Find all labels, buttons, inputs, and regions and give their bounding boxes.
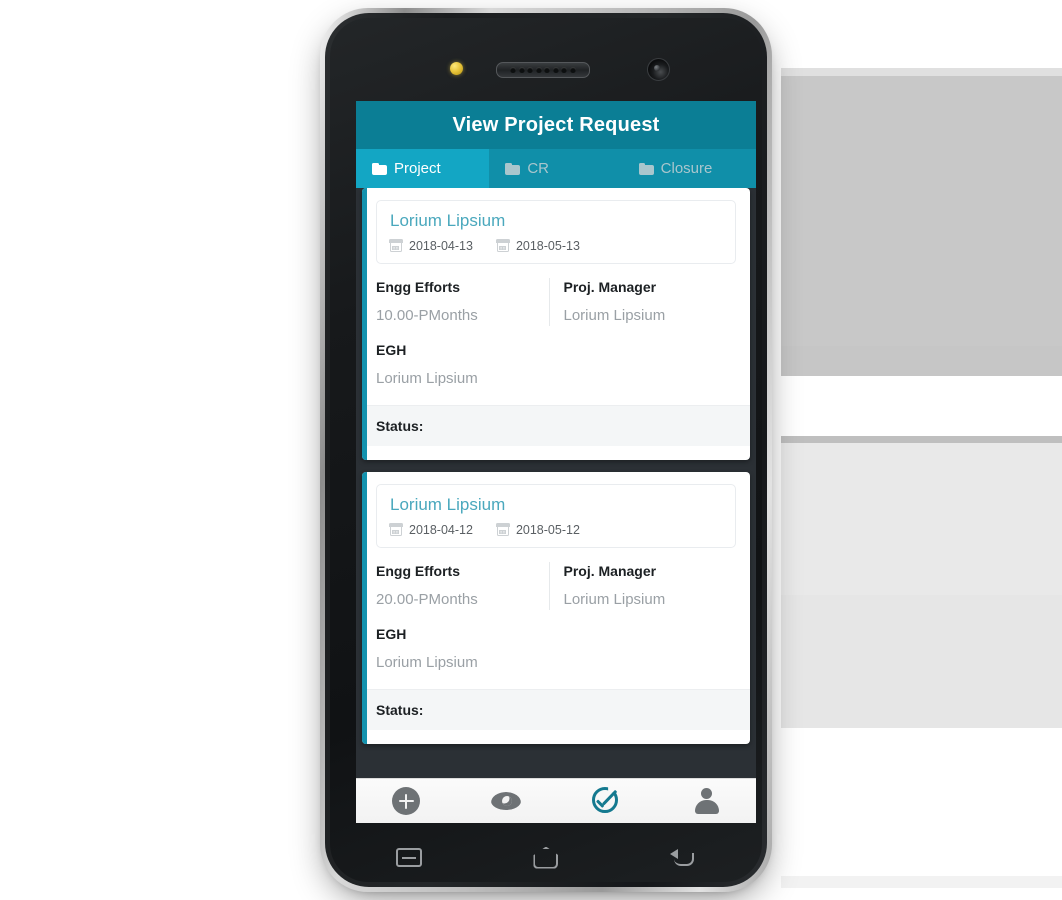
android-navigation-bar	[340, 823, 752, 882]
back-icon	[670, 848, 696, 868]
card-title[interactable]: Lorium Lipsium	[390, 494, 722, 516]
status-row: Status:	[362, 689, 750, 730]
field-engg-efforts: Engg Efforts 10.00-PMonths	[376, 278, 549, 326]
background-block	[781, 76, 1062, 208]
app-header: View Project Request	[356, 101, 756, 149]
field-label: Engg Efforts	[376, 279, 460, 295]
background-block	[781, 68, 1062, 76]
card-title[interactable]: Lorium Lipsium	[390, 210, 722, 232]
nav-approve-button[interactable]	[576, 779, 636, 823]
card-header: Lorium Lipsium 2018-04-13 2018-05-13	[376, 200, 736, 264]
project-request-card[interactable]: Lorium Lipsium 2018-04-12 2018-05-12 Eng…	[362, 472, 750, 744]
folder-icon	[505, 162, 521, 175]
field-value: Lorium Lipsium	[376, 654, 478, 671]
front-camera-icon	[647, 58, 670, 81]
tab-project-label: Project	[394, 160, 441, 177]
recents-icon	[395, 848, 422, 867]
card-footer-spacer	[376, 446, 736, 460]
background-block	[781, 595, 1062, 728]
field-label: Engg Efforts	[376, 563, 460, 579]
tab-bar: Project CR Closure	[356, 149, 756, 188]
background-block	[781, 346, 1062, 376]
field-label: EGH	[376, 626, 407, 642]
end-date: 2018-05-12	[496, 523, 580, 537]
plus-circle-icon	[392, 787, 420, 815]
person-icon	[693, 788, 719, 814]
background-block	[781, 436, 1062, 443]
tab-cr-label: CR	[527, 160, 549, 177]
earpiece-speaker-icon	[496, 62, 590, 78]
tab-project[interactable]: Project	[356, 149, 490, 188]
card-header: Lorium Lipsium 2018-04-12 2018-05-12	[376, 484, 736, 548]
recents-button[interactable]	[380, 838, 438, 878]
eye-icon	[491, 792, 521, 810]
folder-icon	[638, 162, 654, 175]
status-label: Status:	[376, 702, 424, 718]
page-title: View Project Request	[452, 113, 660, 136]
field-proj-manager: Proj. Manager Lorium Lipsium	[548, 278, 737, 326]
field-engg-efforts: Engg Efforts 20.00-PMonths	[376, 562, 549, 610]
field-proj-manager: Proj. Manager Lorium Lipsium	[548, 562, 737, 610]
calendar-icon	[496, 523, 510, 536]
start-date-value: 2018-04-13	[409, 239, 473, 253]
tab-cr[interactable]: CR	[489, 149, 622, 188]
field-value: Lorium Lipsium	[563, 307, 666, 324]
bottom-navigation-bar	[356, 778, 756, 823]
background-block	[781, 876, 1062, 888]
end-date: 2018-05-13	[496, 239, 580, 253]
project-request-card[interactable]: Lorium Lipsium 2018-04-13 2018-05-13 Eng…	[362, 188, 750, 460]
field-value: Lorium Lipsium	[376, 370, 478, 387]
background-block	[781, 208, 1062, 346]
notification-led-icon	[450, 62, 463, 75]
nav-view-button[interactable]	[476, 779, 536, 823]
calendar-icon	[389, 523, 403, 536]
field-egh: EGH Lorium Lipsium	[376, 341, 736, 389]
field-value: Lorium Lipsium	[563, 591, 666, 608]
start-date: 2018-04-12	[389, 523, 473, 537]
back-button[interactable]	[654, 838, 712, 878]
card-fields-row: Engg Efforts 10.00-PMonths Proj. Manager…	[376, 278, 736, 326]
calendar-icon	[496, 239, 510, 252]
field-egh: EGH Lorium Lipsium	[376, 625, 736, 673]
folder-icon	[372, 162, 387, 175]
phone-screen: View Project Request Project CR Closure	[356, 101, 756, 823]
home-button[interactable]	[517, 838, 575, 878]
status-row: Status:	[362, 405, 750, 446]
end-date-value: 2018-05-12	[515, 523, 580, 537]
start-date: 2018-04-13	[389, 239, 473, 253]
home-icon	[533, 847, 558, 869]
card-fields-row: Engg Efforts 20.00-PMonths Proj. Manager…	[376, 562, 736, 610]
field-label: Proj. Manager	[563, 279, 657, 295]
card-footer-spacer	[376, 730, 736, 744]
phone-face: View Project Request Project CR Closure	[330, 18, 762, 882]
start-date-value: 2018-04-12	[409, 523, 473, 537]
nav-profile-button[interactable]	[676, 779, 736, 823]
field-value: 10.00-PMonths	[376, 307, 478, 324]
end-date-value: 2018-05-13	[515, 239, 580, 253]
status-label: Status:	[376, 418, 424, 434]
project-request-list[interactable]: Lorium Lipsium 2018-04-13 2018-05-13 Eng…	[356, 188, 756, 779]
background-block	[781, 443, 1062, 595]
check-circle-icon	[591, 786, 621, 816]
field-label: Proj. Manager	[563, 563, 657, 579]
calendar-icon	[389, 239, 403, 252]
tab-closure-label: Closure	[660, 160, 713, 177]
phone-device: View Project Request Project CR Closure	[320, 8, 772, 892]
card-dates: 2018-04-13 2018-05-13	[389, 239, 722, 253]
field-label: EGH	[376, 342, 407, 358]
field-value: 20.00-PMonths	[376, 591, 478, 608]
nav-add-button[interactable]	[376, 779, 436, 823]
tab-closure[interactable]: Closure	[623, 149, 756, 188]
card-dates: 2018-04-12 2018-05-12	[389, 523, 722, 537]
